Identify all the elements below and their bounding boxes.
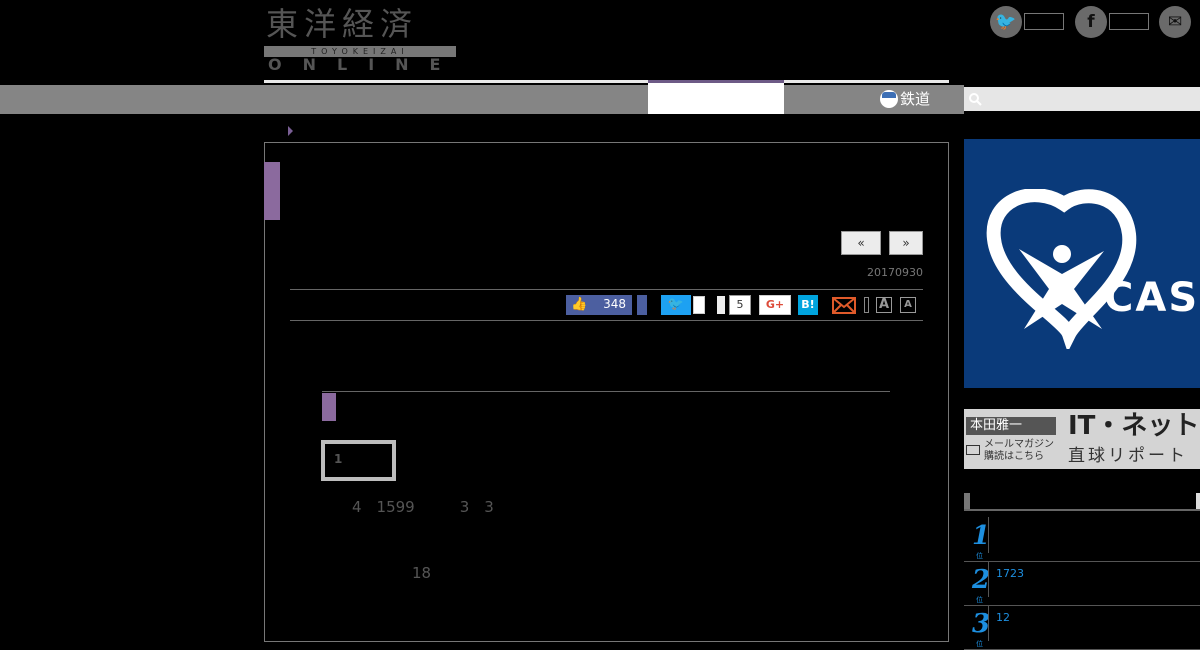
facebook-count-box: [1109, 13, 1149, 30]
ranking-item[interactable]: 3 位 12: [964, 605, 1200, 650]
facebook-share-button[interactable]: [637, 295, 647, 315]
nav-tab-active[interactable]: [648, 80, 784, 114]
banner-title: IT・ネット: [1068, 411, 1200, 441]
ranking-header-left-mark: [964, 493, 970, 509]
banner-author: 本田雅一: [966, 417, 1056, 435]
rank-text: 1723: [996, 567, 1024, 580]
facebook-like-button[interactable]: 👍 348: [566, 295, 632, 315]
next-page-button[interactable]: »: [889, 231, 923, 255]
mail-icon[interactable]: [832, 297, 856, 314]
breadcrumb-arrow-icon: [288, 126, 293, 136]
train-icon: [880, 90, 898, 108]
rank-divider: [988, 517, 989, 553]
nav-bar: [0, 85, 964, 114]
site-logo[interactable]: 東洋経済 TOYOKEIZAI ONLINE: [264, 5, 456, 74]
photo-gallery-link[interactable]: [321, 440, 396, 481]
section-heading: [347, 395, 651, 423]
facebook-share-stub[interactable]: [717, 296, 725, 314]
photo-number: 1: [334, 452, 343, 466]
rank-divider: [988, 561, 989, 597]
heading-divider: [322, 391, 890, 392]
search-icon[interactable]: [968, 92, 982, 106]
search-input[interactable]: [964, 87, 1200, 111]
article-lead: [330, 346, 890, 372]
rank-divider: [988, 605, 989, 641]
title-accent-bar: [264, 162, 280, 220]
ad-brand-text: CAS: [1104, 275, 1200, 321]
facebook-icon[interactable]: f: [1075, 6, 1107, 38]
article-date: 20170930: [867, 266, 923, 279]
article-paragraph: 18: [412, 564, 432, 582]
tweet-button[interactable]: 🐦: [661, 295, 691, 315]
hatena-bookmark-button[interactable]: B!: [798, 295, 818, 315]
advertisement[interactable]: CAS: [964, 139, 1200, 388]
font-size-large-button[interactable]: A: [876, 297, 892, 313]
share-bottom-divider: [290, 320, 923, 321]
nav-item-railway[interactable]: 鉄道: [900, 88, 930, 110]
like-count: 348: [603, 297, 626, 311]
messenger-icon[interactable]: ✉: [1159, 6, 1191, 38]
ranking-header: [964, 491, 1200, 511]
newsletter-banner[interactable]: 本田雅一 メールマガジン 購読はこちら IT・ネット 直球リポート: [964, 409, 1200, 469]
rank-unit: 位: [976, 552, 983, 560]
nav-top-line: [264, 80, 949, 83]
logo-online: ONLINE: [268, 55, 462, 74]
toolbar-separator: [864, 297, 869, 313]
heart-person-logo-icon: [986, 189, 1137, 349]
ranking-item[interactable]: 2 位 1723: [964, 561, 1200, 606]
envelope-icon: [966, 445, 980, 455]
rank-text: 12: [996, 611, 1010, 624]
rank-unit: 位: [976, 640, 983, 648]
ranking-item[interactable]: 1 位: [964, 517, 1200, 562]
twitter-icon[interactable]: 🐦: [990, 6, 1022, 38]
heading-accent-bar: [322, 393, 336, 421]
article-paragraph: 4 1599 3 3: [352, 498, 494, 516]
logo-kanji: 東洋経済: [266, 5, 419, 43]
prev-page-button[interactable]: «: [841, 231, 881, 255]
rank-unit: 位: [976, 596, 983, 604]
share-top-divider: [290, 289, 923, 290]
thumbs-up-icon: 👍: [571, 297, 588, 312]
banner-subtitle: 直球リポート: [1068, 446, 1188, 466]
font-size-small-button[interactable]: A: [900, 297, 916, 313]
tweet-count: [693, 296, 705, 314]
google-plus-button[interactable]: G+: [759, 295, 791, 315]
ranking-header-right-mark: [1196, 493, 1200, 509]
banner-mail-cta: メールマガジン 購読はこちら: [984, 439, 1054, 462]
twitter-count-box: [1024, 13, 1064, 30]
facebook-share-count: 5: [729, 295, 751, 315]
